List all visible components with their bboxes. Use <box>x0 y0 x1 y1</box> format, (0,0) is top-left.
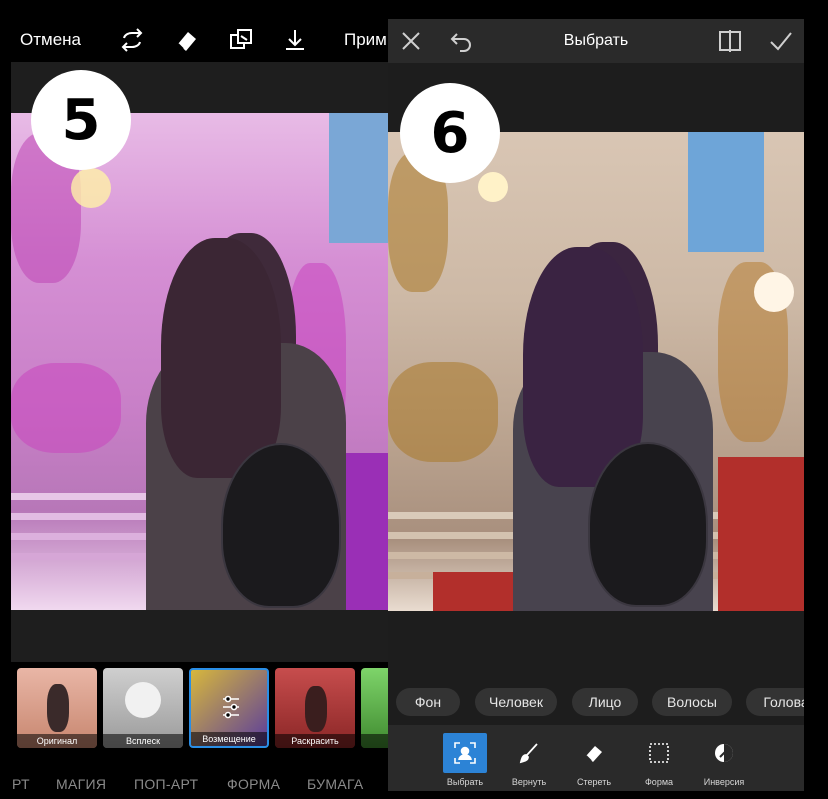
category-tab[interactable]: ФОРМА <box>227 776 280 792</box>
left-panel-effects-screen: Отмена Прим 5 Оригинал Всплеск Возмещени… <box>0 0 388 799</box>
filter-category-tabs: РТ МАГИЯ ПОП-АРТ ФОРМА БУМАГА <box>0 762 388 799</box>
compare-icon[interactable] <box>717 28 743 54</box>
category-tab[interactable]: МАГИЯ <box>56 776 106 792</box>
chip-face[interactable]: Лицо <box>572 688 638 716</box>
layers-icon[interactable] <box>227 26 255 54</box>
cancel-button[interactable]: Отмена <box>20 30 81 50</box>
category-tab[interactable]: БУМАГА <box>307 776 364 792</box>
right-panel-select-screen: Выбрать 6 Фон Человек Лицо Волосы Голова <box>388 19 804 791</box>
checkmark-icon[interactable] <box>768 28 794 54</box>
filter-next[interactable]: О <box>361 668 388 748</box>
eraser-icon[interactable] <box>172 26 200 54</box>
eraser-icon <box>572 733 616 773</box>
apply-button[interactable]: Прим <box>344 30 387 50</box>
filter-compensation[interactable]: Возмещение <box>189 668 269 748</box>
shape-dashed-square-icon <box>637 733 681 773</box>
filter-colorize[interactable]: Раскрасить <box>275 668 355 748</box>
step-badge: 5 <box>31 70 131 170</box>
select-tool-button[interactable]: Выбрать <box>437 733 493 789</box>
selection-chips: Фон Человек Лицо Волосы Голова <box>388 679 804 725</box>
erase-tool-button[interactable]: Стереть <box>566 733 622 789</box>
category-tab[interactable]: ПОП-АРТ <box>134 776 198 792</box>
photo-selection-preview[interactable] <box>388 132 804 611</box>
right-top-bar: Выбрать <box>388 19 804 63</box>
chip-hair[interactable]: Волосы <box>652 688 732 716</box>
photo-pink-effect[interactable] <box>11 113 388 610</box>
step-badge: 6 <box>400 83 500 183</box>
category-tab[interactable]: РТ <box>12 776 30 792</box>
selection-toolbar: Выбрать Вернуть Стереть Форма Инверсия <box>388 725 804 791</box>
left-top-bar: Отмена Прим <box>0 0 388 62</box>
sliders-icon <box>221 694 241 720</box>
filter-splash[interactable]: Всплеск <box>103 668 183 748</box>
download-icon[interactable] <box>281 26 309 54</box>
shape-tool-button[interactable]: Форма <box>631 733 687 789</box>
filter-original[interactable]: Оригинал <box>17 668 97 748</box>
select-person-icon <box>443 733 487 773</box>
chip-background[interactable]: Фон <box>396 688 460 716</box>
chip-head[interactable]: Голова <box>746 688 804 716</box>
chip-person[interactable]: Человек <box>475 688 557 716</box>
brush-icon <box>507 733 551 773</box>
restore-tool-button[interactable]: Вернуть <box>501 733 557 789</box>
left-canvas-area: 5 <box>11 62 388 662</box>
repeat-icon[interactable] <box>118 26 146 54</box>
invert-tool-button[interactable]: Инверсия <box>696 733 752 789</box>
filter-strip: Оригинал Всплеск Возмещение Раскрасить О <box>11 662 388 762</box>
invert-icon <box>702 733 746 773</box>
